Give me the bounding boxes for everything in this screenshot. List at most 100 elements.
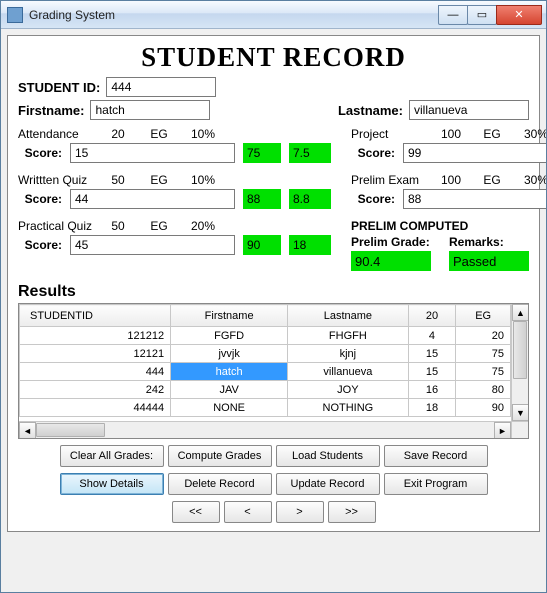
prelim-eg-label: EG [476,173,508,187]
clear-all-grades-button[interactable]: Clear All Grades: [60,445,164,467]
table-cell[interactable]: 444 [20,363,171,381]
table-cell[interactable]: JOY [288,381,408,399]
column-header[interactable]: Lastname [288,305,408,327]
table-cell[interactable]: 75 [456,363,511,381]
column-header[interactable]: EG [456,305,511,327]
table-cell[interactable]: 90 [456,399,511,417]
table-cell[interactable]: NONE [171,399,288,417]
minimize-button[interactable]: — [438,5,468,25]
scroll-right-icon[interactable]: ► [494,422,511,439]
load-students-button[interactable]: Load Students [276,445,380,467]
table-cell[interactable]: villanueva [288,363,408,381]
table-cell[interactable]: 15 [408,345,456,363]
table-cell[interactable]: JAV [171,381,288,399]
table-cell[interactable]: 80 [456,381,511,399]
compute-grades-button[interactable]: Compute Grades [168,445,272,467]
student-id-input[interactable] [106,77,216,97]
nav-next-button[interactable]: > [276,501,324,523]
written-eg-value: 88 [243,189,281,209]
practical-eg-label: EG [143,219,175,233]
prelim-computed-block: PRELIM COMPUTED Prelim Grade: 90.4 Remar… [351,219,546,271]
prelim-score-input[interactable] [403,189,546,209]
table-row[interactable]: 242JAVJOY1680 [20,381,511,399]
table-cell[interactable]: 75 [456,345,511,363]
table-row[interactable]: 12121jvvjkkjnj1575 [20,345,511,363]
remarks-label: Remarks: [449,235,529,249]
table-cell[interactable]: 20 [456,327,511,345]
project-score-label: Score: [351,146,395,160]
prelim-grade-label: Prelim Grade: [351,235,431,249]
window-title: Grading System [29,8,439,22]
scroll-left-icon[interactable]: ◄ [19,422,36,439]
table-row[interactable]: 121212FGFDFHGFH420 [20,327,511,345]
name-row: Firstname: Lastname: [18,100,529,120]
left-col: Attendance 20 EG 10% Score: 75 7.5 [18,123,331,281]
table-cell[interactable]: NOTHING [288,399,408,417]
table-cell[interactable]: 18 [408,399,456,417]
table-cell[interactable]: FGFD [171,327,288,345]
exit-program-button[interactable]: Exit Program [384,473,488,495]
table-cell[interactable]: 44444 [20,399,171,417]
results-table[interactable]: STUDENTIDFirstnameLastname20EG 121212FGF… [19,304,511,417]
written-max: 50 [101,173,135,187]
vertical-scroll-thumb[interactable] [513,321,527,379]
table-cell[interactable]: FHGFH [288,327,408,345]
attendance-pct: 10% [183,127,223,141]
project-score-input[interactable] [403,143,546,163]
results-grid[interactable]: STUDENTIDFirstnameLastname20EG 121212FGF… [18,303,529,439]
column-header[interactable]: Firstname [171,305,288,327]
table-row[interactable]: 444hatchvillanueva1575 [20,363,511,381]
table-cell[interactable]: 121212 [20,327,171,345]
update-record-button[interactable]: Update Record [276,473,380,495]
main-panel: STUDENT RECORD STUDENT ID: Firstname: La… [7,35,540,532]
project-max: 100 [434,127,468,141]
maximize-button[interactable]: ▭ [467,5,497,25]
written-block: Writtten Quiz 50 EG 10% Score: 88 8.8 [18,173,331,209]
remarks-value: Passed [449,251,529,271]
table-cell[interactable]: hatch [171,363,288,381]
nav-last-button[interactable]: >> [328,501,376,523]
table-cell[interactable]: 16 [408,381,456,399]
save-record-button[interactable]: Save Record [384,445,488,467]
nav-prev-button[interactable]: < [224,501,272,523]
project-eg-label: EG [476,127,508,141]
written-label: Writtten Quiz [18,173,93,187]
firstname-input[interactable] [90,100,210,120]
lastname-input[interactable] [409,100,529,120]
table-row[interactable]: 44444NONENOTHING1890 [20,399,511,417]
delete-record-button[interactable]: Delete Record [168,473,272,495]
vertical-scrollbar[interactable]: ▲ ▼ [511,304,528,421]
close-button[interactable]: ✕ [496,5,542,25]
attendance-score-input[interactable] [70,143,235,163]
student-id-row: STUDENT ID: [18,77,529,97]
nav-first-button[interactable]: << [172,501,220,523]
practical-max: 50 [101,219,135,233]
table-cell[interactable]: 12121 [20,345,171,363]
client-area: STUDENT RECORD STUDENT ID: Firstname: La… [1,29,546,592]
horizontal-scrollbar[interactable]: ◄ ► [19,421,528,438]
table-cell[interactable]: jvvjk [171,345,288,363]
column-header[interactable]: STUDENTID [20,305,171,327]
attendance-score-label: Score: [18,146,62,160]
written-score-input[interactable] [70,189,235,209]
column-header[interactable]: 20 [408,305,456,327]
practical-block: Practical Quiz 50 EG 20% Score: 90 18 [18,219,331,255]
table-cell[interactable]: 242 [20,381,171,399]
scroll-up-icon[interactable]: ▲ [512,304,528,321]
table-cell[interactable]: 4 [408,327,456,345]
practical-score-label: Score: [18,238,62,252]
prelim-label: Prelim Exam [351,173,426,187]
student-id-label: STUDENT ID: [18,80,100,95]
attendance-egpct-value: 7.5 [289,143,331,163]
button-row-1: Clear All Grades: Compute Grades Load St… [18,445,529,467]
scroll-down-icon[interactable]: ▼ [512,404,528,421]
prelim-block: Prelim Exam 100 EG 30% Score: 88 26.4 [351,173,546,209]
table-cell[interactable]: kjnj [288,345,408,363]
practical-score-input[interactable] [70,235,235,255]
table-cell[interactable]: 15 [408,363,456,381]
attendance-label: Attendance [18,127,93,141]
lastname-label: Lastname: [338,103,403,118]
horizontal-scroll-thumb[interactable] [36,423,105,437]
written-egpct-value: 8.8 [289,189,331,209]
show-details-button[interactable]: Show Details [60,473,164,495]
